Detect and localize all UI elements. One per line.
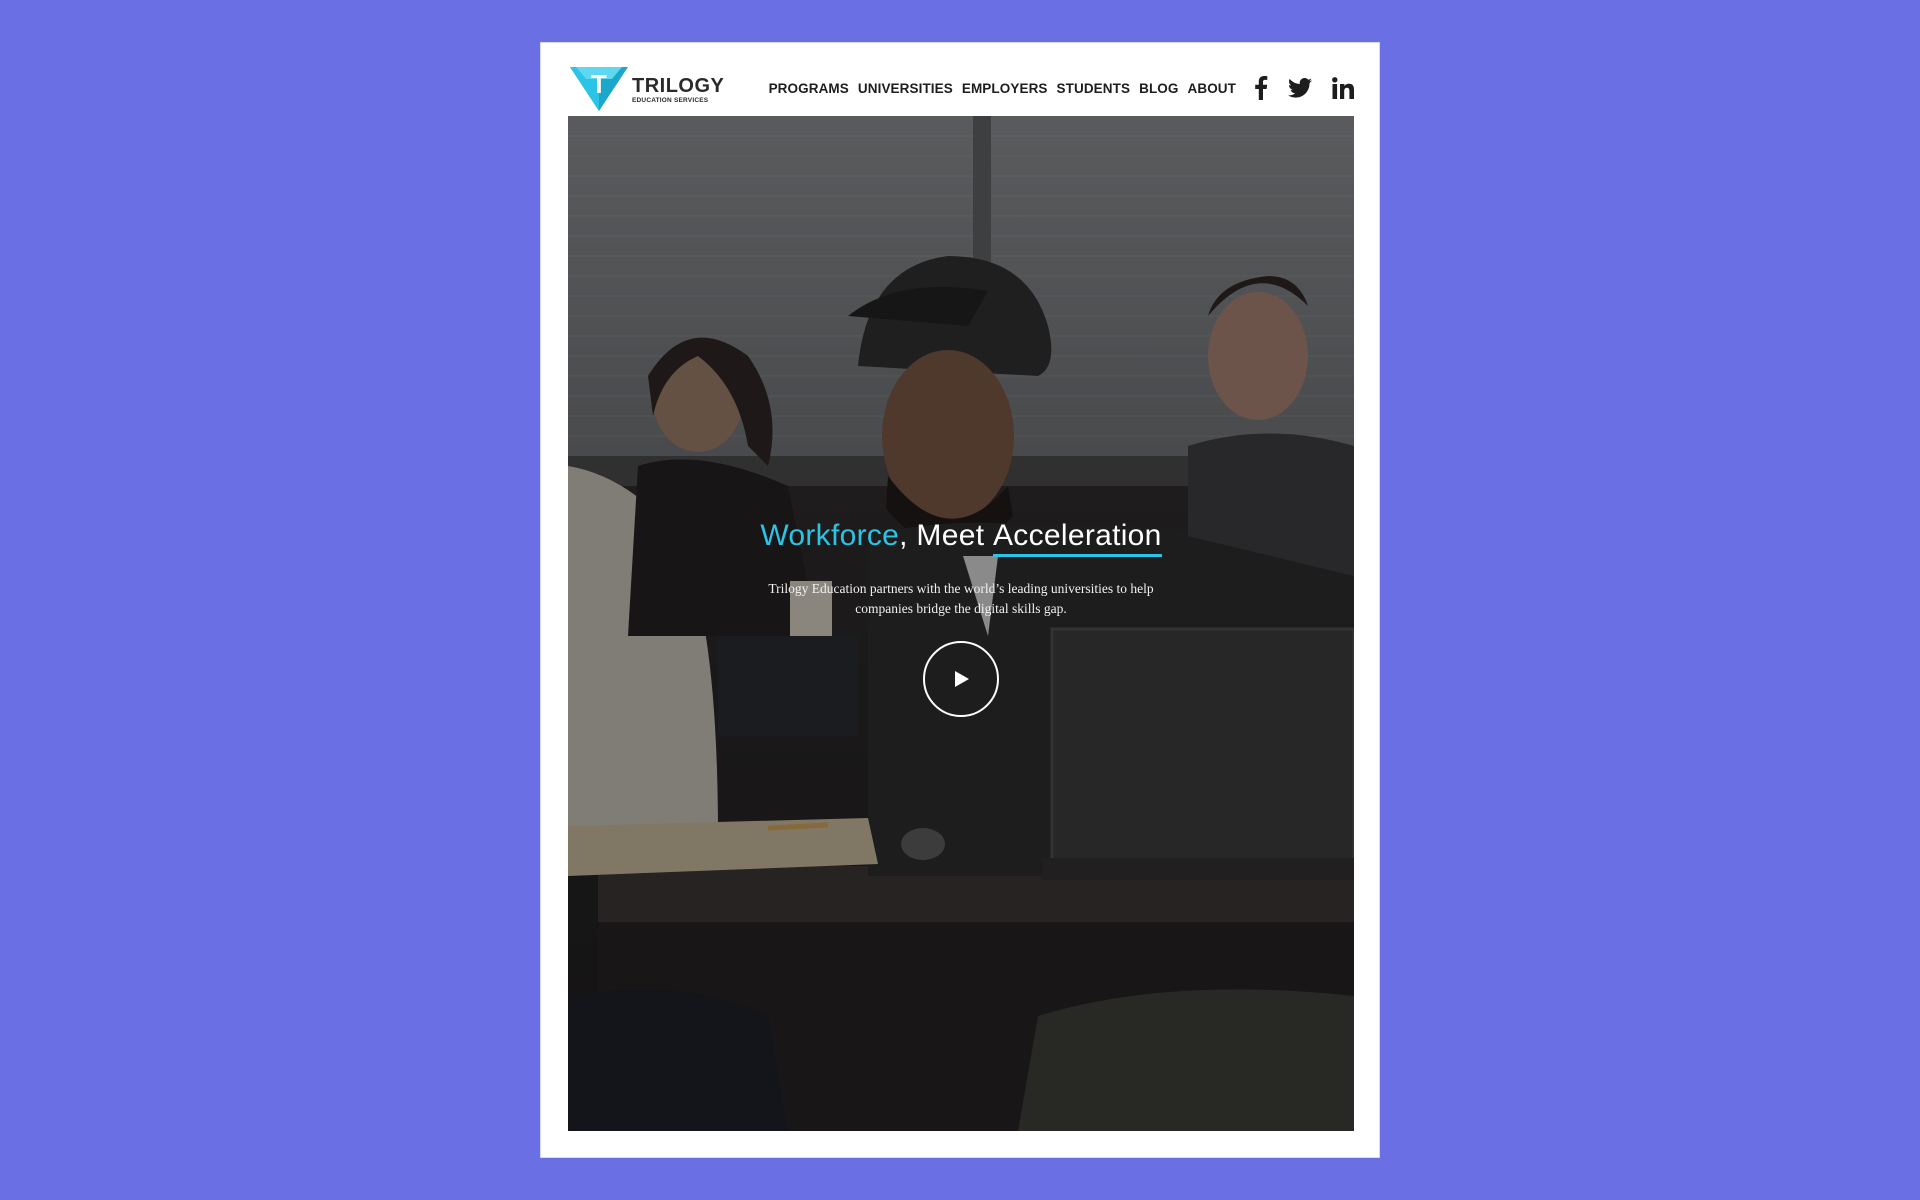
headline-acceleration: Acceleration xyxy=(992,519,1162,557)
trilogy-logo[interactable]: T TRILOGY EDUCATION SERVICES xyxy=(568,63,724,113)
hero-headline: Workforce, Meet Acceleration xyxy=(568,516,1354,557)
nav-item-students[interactable]: STUDENTS xyxy=(1057,81,1131,96)
play-video-button[interactable] xyxy=(923,641,999,717)
headline-workforce: Workforce xyxy=(760,519,900,552)
hero-content: Workforce, Meet Acceleration Trilogy Edu… xyxy=(568,516,1354,717)
hero-subtext: Trilogy Education partners with the worl… xyxy=(768,581,1154,616)
nav-item-employers[interactable]: EMPLOYERS xyxy=(962,81,1048,96)
social-links xyxy=(1254,76,1354,100)
logo-tagline: EDUCATION SERVICES xyxy=(632,96,709,104)
twitter-icon[interactable] xyxy=(1288,78,1312,98)
nav-item-about[interactable]: ABOUT xyxy=(1188,81,1237,96)
nav-item-blog[interactable]: BLOG xyxy=(1139,81,1178,96)
main-nav: PROGRAMS UNIVERSITIES EMPLOYERS STUDENTS… xyxy=(769,57,1354,119)
browser-page-frame: T TRILOGY EDUCATION SERVICES PROGRAMS UN… xyxy=(540,42,1380,1158)
headline-meet: Meet xyxy=(907,519,993,552)
facebook-icon[interactable] xyxy=(1254,76,1268,100)
play-icon xyxy=(955,671,969,687)
hero-section: Workforce, Meet Acceleration Trilogy Edu… xyxy=(568,116,1354,1131)
nav-item-programs[interactable]: PROGRAMS xyxy=(769,81,849,96)
headline-comma: , xyxy=(899,519,908,552)
nav-item-universities[interactable]: UNIVERSITIES xyxy=(858,81,953,96)
linkedin-icon[interactable] xyxy=(1332,77,1354,99)
trilogy-diamond-icon: T xyxy=(570,67,628,111)
site-header: T TRILOGY EDUCATION SERVICES PROGRAMS UN… xyxy=(568,57,1354,119)
logo-name: TRILOGY xyxy=(632,74,725,97)
logo-letter: T xyxy=(591,69,607,99)
